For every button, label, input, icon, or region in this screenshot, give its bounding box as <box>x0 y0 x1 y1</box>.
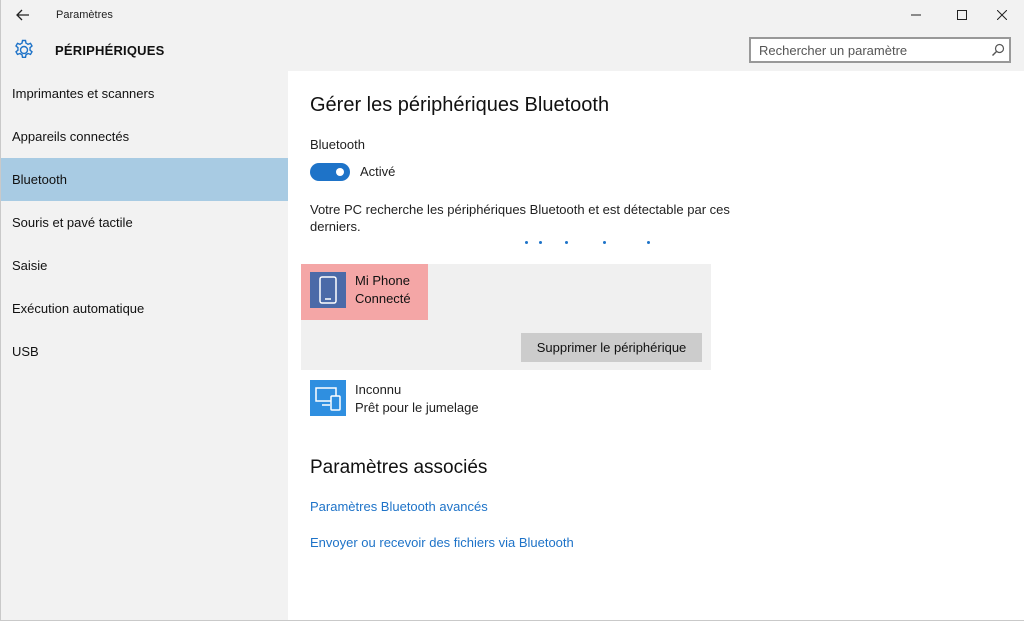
sidebar-item-mouse-touchpad[interactable]: Souris et pavé tactile <box>1 201 288 244</box>
toggle-knob <box>336 168 344 176</box>
bluetooth-toggle[interactable] <box>310 163 350 181</box>
title-bar: Paramètres <box>1 0 1024 30</box>
gear-icon <box>15 39 33 58</box>
device-status: Connecté <box>355 291 411 306</box>
sidebar-item-connected-devices[interactable]: Appareils connectés <box>1 115 288 158</box>
window-title: Paramètres <box>56 9 113 21</box>
device-card-selected[interactable]: Mi Phone Connecté Supprimer le périphéri… <box>301 264 711 370</box>
devices-icon <box>315 387 341 411</box>
device-name: Inconnu <box>355 382 402 397</box>
bluetooth-label: Bluetooth <box>310 137 365 152</box>
sidebar-item-usb[interactable]: USB <box>1 330 288 373</box>
advanced-bluetooth-link[interactable]: Paramètres Bluetooth avancés <box>310 499 488 514</box>
settings-window: Paramètres PÉRIPHÉRIQUES Imprimantes <box>0 0 1024 621</box>
progress-dots <box>525 241 655 247</box>
remove-device-button[interactable]: Supprimer le périphérique <box>521 333 702 362</box>
minimize-icon <box>911 14 921 16</box>
progress-dot <box>525 241 528 244</box>
arrow-left-icon <box>16 9 29 21</box>
maximize-icon <box>957 10 967 20</box>
device-name: Mi Phone <box>355 273 410 288</box>
progress-dot <box>647 241 650 244</box>
minimize-button[interactable] <box>893 0 939 30</box>
search-icon <box>992 43 1005 56</box>
sidebar-item-bluetooth[interactable]: Bluetooth <box>1 158 288 201</box>
phone-icon <box>319 276 337 304</box>
close-button[interactable] <box>979 0 1024 30</box>
sidebar: Imprimantes et scanners Appareils connec… <box>1 71 288 620</box>
search-box[interactable] <box>749 37 1011 63</box>
page-title: Gérer les périphériques Bluetooth <box>310 94 610 116</box>
search-input[interactable] <box>759 42 979 58</box>
progress-dot <box>565 241 568 244</box>
close-icon <box>997 10 1007 20</box>
send-receive-files-link[interactable]: Envoyer ou recevoir des fichiers via Blu… <box>310 535 574 550</box>
sidebar-item-printers[interactable]: Imprimantes et scanners <box>1 72 288 115</box>
page-header: PÉRIPHÉRIQUES <box>1 30 1024 71</box>
progress-dot <box>539 241 542 244</box>
back-button[interactable] <box>11 4 35 26</box>
sidebar-item-typing[interactable]: Saisie <box>1 244 288 287</box>
sidebar-item-autoplay[interactable]: Exécution automatique <box>1 287 288 330</box>
discovery-description: Votre PC recherche les périphériques Blu… <box>310 202 730 234</box>
unknown-device-tile[interactable] <box>310 380 346 416</box>
related-settings-title: Paramètres associés <box>310 457 488 478</box>
section-title: PÉRIPHÉRIQUES <box>55 43 165 58</box>
progress-dot <box>603 241 606 244</box>
phone-tile <box>310 272 346 308</box>
toggle-state-label: Activé <box>360 164 396 179</box>
device-status: Prêt pour le jumelage <box>355 400 479 415</box>
main-content: Gérer les périphériques Bluetooth Blueto… <box>289 71 1024 620</box>
